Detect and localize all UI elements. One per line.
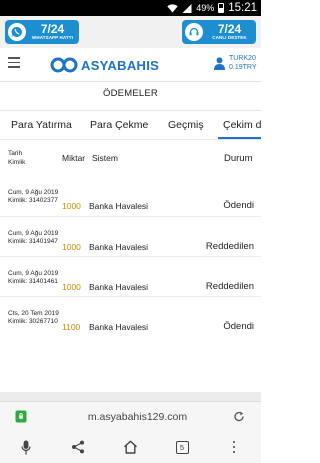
row-date-id: Cts, 20 Tem 2019 Kimlik: 30267710 — [8, 310, 60, 336]
browser-url-bar[interactable]: m.asyabahis129.com — [0, 401, 261, 431]
browser-toolbar: 5 — [0, 431, 261, 463]
col-system: Sistem — [92, 153, 118, 163]
whatsapp-icon — [8, 23, 26, 41]
tab-history[interactable]: Geçmiş — [168, 119, 204, 131]
payment-tabs: Para Yatırma Para Çekme Geçmiş Çekim du — [0, 110, 261, 140]
tabs-button[interactable]: 5 — [174, 439, 190, 455]
more-options-icon[interactable] — [226, 439, 242, 455]
row-id: Kimlik: 31401461 — [8, 277, 58, 285]
table-row: Cum, 9 Ağu 2019 Kimlik: 31402377 1000 Ba… — [0, 176, 261, 216]
transactions-list: Cum, 9 Ağu 2019 Kimlik: 31402377 1000 Ba… — [0, 176, 261, 336]
table-row: Cum, 9 Ağu 2019 Kimlik: 31401461 1000 Ba… — [0, 256, 261, 296]
support-hours: 7/24 — [217, 22, 242, 37]
col-amount: Miktar — [62, 153, 86, 163]
home-icon[interactable] — [122, 439, 138, 455]
site-header: ASYABAHIS TURK20 0.19TRY — [0, 48, 261, 82]
brand-name: ASYABAHIS — [81, 57, 160, 73]
row-date: Cts, 20 Tem 2019 — [8, 310, 59, 317]
battery-percent: 49% — [196, 3, 215, 13]
clock: 15:21 — [228, 2, 257, 14]
row-date-id: Cum, 9 Ağu 2019 Kimlik: 31401461 — [8, 270, 60, 296]
row-id: Kimlik: 31401947 — [8, 237, 58, 245]
url-text[interactable]: m.asyabahis129.com — [0, 411, 261, 423]
table-row: Cum, 9 Ağu 2019 Kimlik: 31401947 1000 Ba… — [0, 216, 261, 256]
col-status: Durum — [224, 153, 253, 164]
tab-withdraw[interactable]: Para Çekme — [90, 119, 148, 131]
row-amount: 1000 — [62, 282, 81, 292]
tab-deposit[interactable]: Para Yatırma — [11, 119, 72, 131]
whatsapp-hours: 7/24 — [40, 22, 65, 37]
status-icons: 49% 15:21 — [167, 0, 257, 16]
row-date: Cum, 9 Ağu 2019 — [8, 270, 59, 277]
reload-icon[interactable] — [233, 410, 245, 423]
live-support-button[interactable]: 7/24 CANLI DESTEK — [182, 20, 256, 44]
row-id: Kimlik: 31402377 — [8, 196, 58, 204]
table-row: Cts, 20 Tem 2019 Kimlik: 30267710 1100 B… — [0, 296, 261, 336]
username: TURK20 — [229, 55, 256, 62]
row-status: Reddedilen — [205, 281, 254, 292]
table-header: Tarih Kimlik Miktar Sistem Durum — [0, 140, 261, 176]
tab-withdrawal-status[interactable]: Çekim du — [223, 119, 261, 131]
row-system: Banka Havalesi — [89, 322, 149, 332]
tab-count: 5 — [175, 440, 189, 454]
col-id: Kimlik — [8, 159, 26, 166]
promo-banner: 7/24 WHATSAPP HATTI 7/24 CANLI DESTEK — [0, 16, 261, 48]
row-amount: 1000 — [62, 242, 81, 252]
whatsapp-line-text: 7/24 WHATSAPP HATTI — [26, 23, 79, 41]
live-support-text: 7/24 CANLI DESTEK — [203, 23, 256, 41]
support-label: CANLI DESTEK — [212, 35, 247, 41]
microphone-icon[interactable] — [18, 439, 34, 455]
row-amount: 1000 — [62, 201, 81, 211]
row-status: Ödendi — [223, 321, 254, 332]
status-bar: 49% 15:21 — [0, 0, 261, 16]
user-icon — [214, 57, 225, 70]
row-amount: 1100 — [62, 322, 81, 332]
brand-logo[interactable]: ASYABAHIS — [50, 54, 159, 76]
row-system: Banka Havalesi — [89, 282, 149, 292]
whatsapp-line-button[interactable]: 7/24 WHATSAPP HATTI — [5, 20, 79, 44]
hamburger-menu-icon[interactable] — [8, 57, 20, 69]
active-tab-indicator — [218, 137, 261, 139]
row-status: Ödendi — [223, 200, 254, 211]
row-date: Cum, 9 Ağu 2019 — [8, 189, 59, 196]
share-icon[interactable] — [70, 439, 86, 455]
row-date-id: Cum, 9 Ağu 2019 Kimlik: 31401947 — [8, 230, 60, 256]
row-id: Kimlik: 30267710 — [8, 317, 58, 325]
page-title: ÖDEMELER — [103, 88, 158, 99]
signal-icon — [182, 3, 192, 13]
row-status: Reddedilen — [205, 241, 254, 252]
row-date: Cum, 9 Ağu 2019 — [8, 230, 59, 237]
col-date: Tarih — [8, 150, 23, 157]
whatsapp-label: WHATSAPP HATTI — [32, 35, 73, 41]
user-balance: 0.19TRY — [229, 64, 257, 71]
row-system: Banka Havalesi — [89, 201, 149, 211]
battery-icon — [218, 3, 225, 13]
col-date-id: Tarih Kimlik — [8, 149, 25, 167]
row-system: Banka Havalesi — [89, 242, 149, 252]
page-footer-band — [0, 392, 261, 401]
logo-mark-icon — [50, 57, 78, 73]
row-date-id: Cum, 9 Ağu 2019 Kimlik: 31402377 — [8, 189, 60, 215]
user-account[interactable]: TURK20 0.19TRY — [214, 55, 261, 77]
wifi-icon — [167, 3, 178, 13]
support-headset-icon — [185, 23, 203, 41]
